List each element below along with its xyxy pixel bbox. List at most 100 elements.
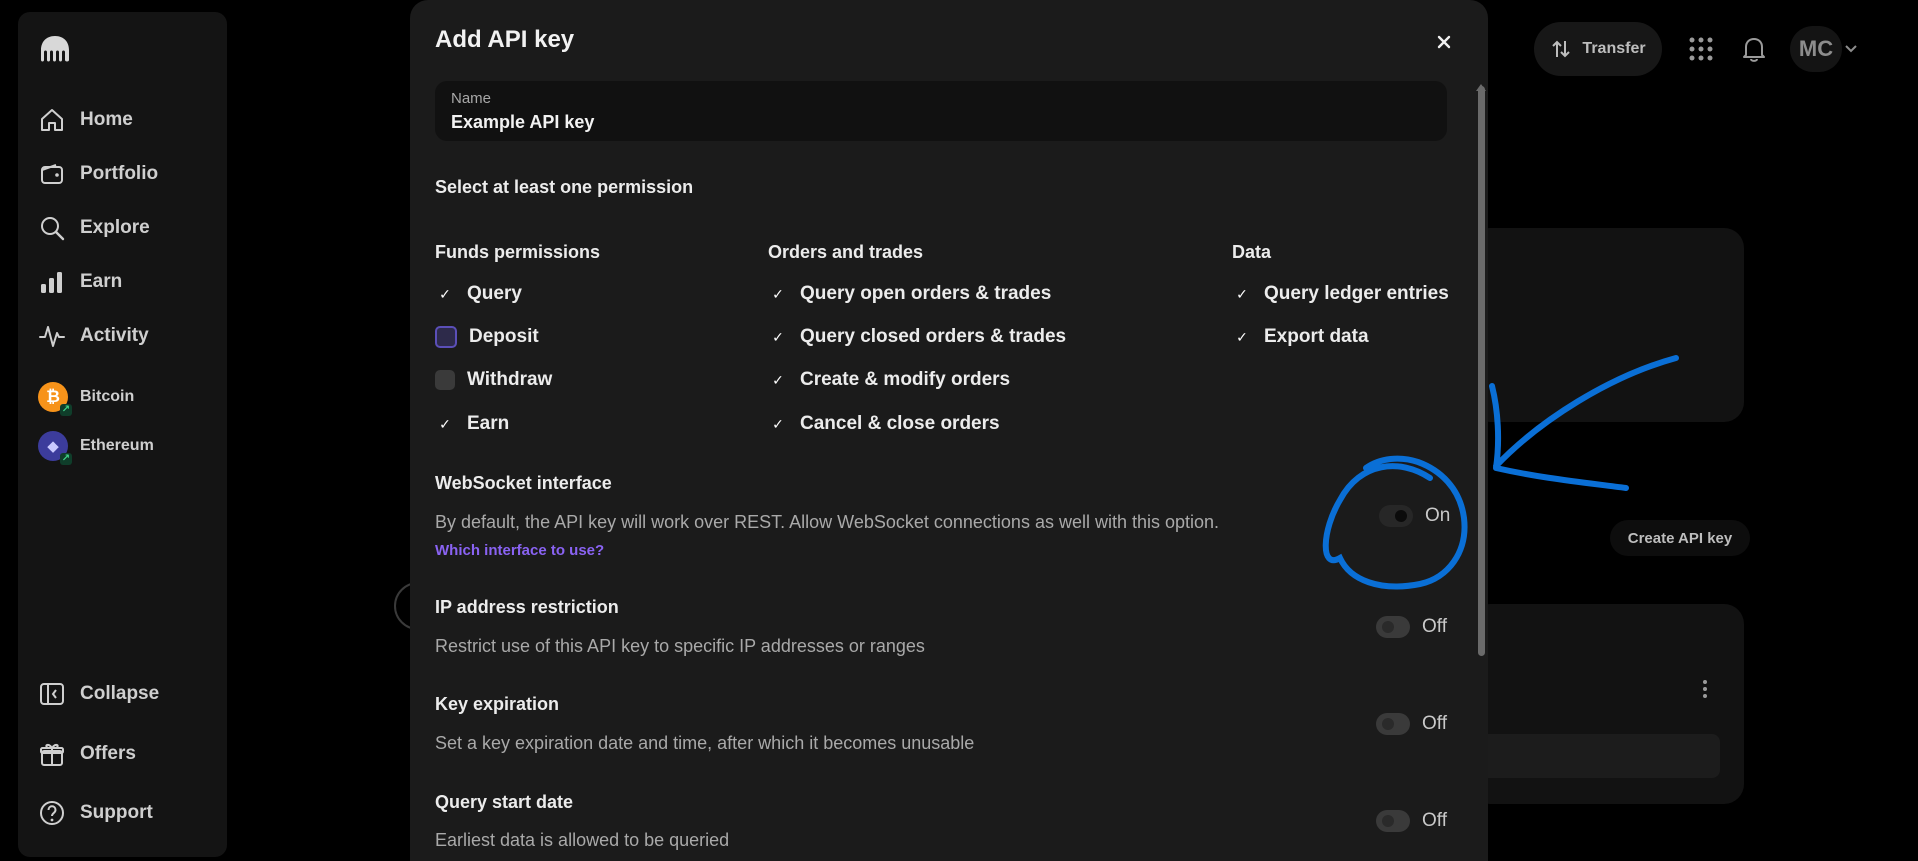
permission-deposit[interactable]: Deposit (435, 326, 539, 348)
sidebar-item-label: Support (80, 802, 153, 823)
chevron-down-icon[interactable] (1844, 42, 1858, 56)
close-button[interactable] (1426, 24, 1462, 60)
toggle-knob (1382, 718, 1394, 730)
create-api-key-button[interactable]: Create API key (1610, 520, 1750, 556)
trend-up-icon: ↗ (60, 453, 72, 465)
bitcoin-icon: ₿ ↗ (38, 382, 72, 416)
scrollbar-thumb[interactable] (1478, 86, 1485, 656)
permission-label: Create & modify orders (800, 369, 1011, 390)
checkbox-checked[interactable]: ✓ (768, 327, 788, 347)
sidebar-item-offers[interactable]: Offers (38, 734, 136, 774)
sidebar: Home Portfolio Explore Earn Activity ₿ ↗… (18, 12, 227, 857)
permission-create-modify-orders[interactable]: ✓ Create & modify orders (768, 369, 1010, 391)
checkbox-checked[interactable]: ✓ (1232, 327, 1252, 347)
checkbox-checked[interactable]: ✓ (435, 414, 455, 434)
option-description-ip: Restrict use of this API key to specific… (435, 636, 925, 656)
wallet-icon (41, 164, 63, 184)
permission-label: Deposit (469, 326, 539, 347)
option-description-expiration: Set a key expiration date and time, afte… (435, 733, 975, 753)
transfer-icon (1552, 40, 1571, 58)
trend-up-icon: ↗ (60, 404, 72, 416)
ip-toggle-row[interactable]: Off (1376, 616, 1447, 638)
permission-query[interactable]: ✓ Query (435, 283, 522, 305)
which-interface-link[interactable]: Which interface to use? (435, 542, 604, 559)
background-card (1470, 604, 1744, 804)
bell-icon[interactable] (1741, 35, 1767, 63)
avatar[interactable]: MC (1790, 26, 1842, 72)
permission-query-open-orders[interactable]: ✓ Query open orders & trades (768, 283, 1051, 305)
expiration-toggle-row[interactable]: Off (1376, 713, 1447, 735)
search-icon (41, 217, 65, 241)
more-vertical-icon[interactable] (1700, 678, 1710, 700)
background-row (1470, 734, 1720, 778)
help-icon (40, 801, 64, 825)
checkbox-focused[interactable] (435, 326, 457, 348)
apps-grid-icon[interactable] (1688, 36, 1714, 62)
permission-label: Withdraw (467, 369, 553, 390)
sidebar-item-portfolio[interactable]: Portfolio (38, 154, 158, 194)
toggle-knob (1395, 510, 1407, 522)
sidebar-item-label: Home (80, 109, 133, 130)
permission-query-ledger[interactable]: ✓ Query ledger entries (1232, 283, 1449, 305)
sidebar-asset-bitcoin[interactable]: ₿ ↗ Bitcoin (38, 377, 134, 417)
column-title-funds: Funds permissions (435, 242, 601, 262)
sidebar-asset-label: Ethereum (80, 437, 154, 454)
option-description-start-date: Earliest data is allowed to be queried (435, 830, 730, 850)
key-expiration-toggle[interactable] (1376, 713, 1410, 735)
permission-query-closed-orders[interactable]: ✓ Query closed orders & trades (768, 326, 1066, 348)
checkbox-checked[interactable]: ✓ (1232, 284, 1252, 304)
sidebar-asset-ethereum[interactable]: ◆ ↗ Ethereum (38, 426, 154, 466)
websocket-toggle[interactable] (1379, 505, 1413, 527)
permission-label: Query ledger entries (1264, 283, 1449, 304)
permission-earn[interactable]: ✓ Earn (435, 413, 509, 435)
sidebar-item-home[interactable]: Home (38, 100, 133, 140)
avatar-initials: MC (1798, 36, 1834, 61)
activity-icon (39, 326, 65, 347)
permission-label: Query open orders & trades (800, 283, 1052, 304)
name-field-value[interactable]: Example API key (451, 112, 594, 133)
option-title-ip: IP address restriction (435, 597, 619, 617)
option-title-websocket: WebSocket interface (435, 473, 612, 493)
toggle-knob (1382, 621, 1394, 633)
sidebar-item-support[interactable]: Support (38, 793, 153, 833)
permission-label: Query (467, 283, 522, 304)
gift-icon (40, 743, 64, 766)
toggle-knob (1382, 815, 1394, 827)
checkbox-checked[interactable]: ✓ (768, 414, 788, 434)
toggle-label: On (1425, 505, 1451, 526)
toggle-label: Off (1422, 616, 1447, 637)
bar-chart-icon (41, 272, 62, 293)
ethereum-icon: ◆ ↗ (38, 431, 72, 465)
sidebar-item-label: Explore (80, 217, 150, 238)
checkbox-checked[interactable]: ✓ (768, 284, 788, 304)
sidebar-item-label: Earn (80, 271, 123, 292)
checkbox-checked[interactable]: ✓ (768, 370, 788, 390)
collapse-button[interactable]: Collapse (38, 674, 159, 714)
sidebar-asset-label: Bitcoin (80, 388, 135, 405)
sidebar-item-activity[interactable]: Activity (38, 316, 149, 356)
add-api-key-modal: Add API key Name Example API key Select … (410, 0, 1488, 861)
checkbox-checked[interactable]: ✓ (435, 284, 455, 304)
option-title-expiration: Key expiration (435, 694, 560, 714)
permission-label: Export data (1264, 326, 1369, 347)
start-date-toggle-row[interactable]: Off (1376, 810, 1447, 832)
column-title-orders: Orders and trades (768, 242, 924, 262)
sidebar-item-label: Activity (80, 325, 149, 346)
background-card (1470, 228, 1744, 422)
transfer-button[interactable]: Transfer (1534, 22, 1662, 76)
permission-export-data[interactable]: ✓ Export data (1232, 326, 1369, 348)
kraken-logo-icon[interactable] (38, 32, 72, 66)
sidebar-item-earn[interactable]: Earn (38, 262, 122, 302)
ip-restriction-toggle[interactable] (1376, 616, 1410, 638)
name-field[interactable]: Name Example API key (435, 81, 1447, 141)
sidebar-item-label: Portfolio (80, 163, 159, 184)
sidebar-item-explore[interactable]: Explore (38, 208, 150, 248)
websocket-toggle-row[interactable]: On (1379, 505, 1450, 527)
checkbox-unchecked[interactable] (435, 370, 455, 390)
permission-cancel-close-orders[interactable]: ✓ Cancel & close orders (768, 413, 999, 435)
name-field-label: Name (451, 90, 492, 107)
permission-withdraw[interactable]: Withdraw (435, 369, 552, 391)
query-start-date-toggle[interactable] (1376, 810, 1410, 832)
toggle-label: Off (1422, 713, 1447, 734)
sidebar-item-label: Collapse (80, 683, 160, 704)
